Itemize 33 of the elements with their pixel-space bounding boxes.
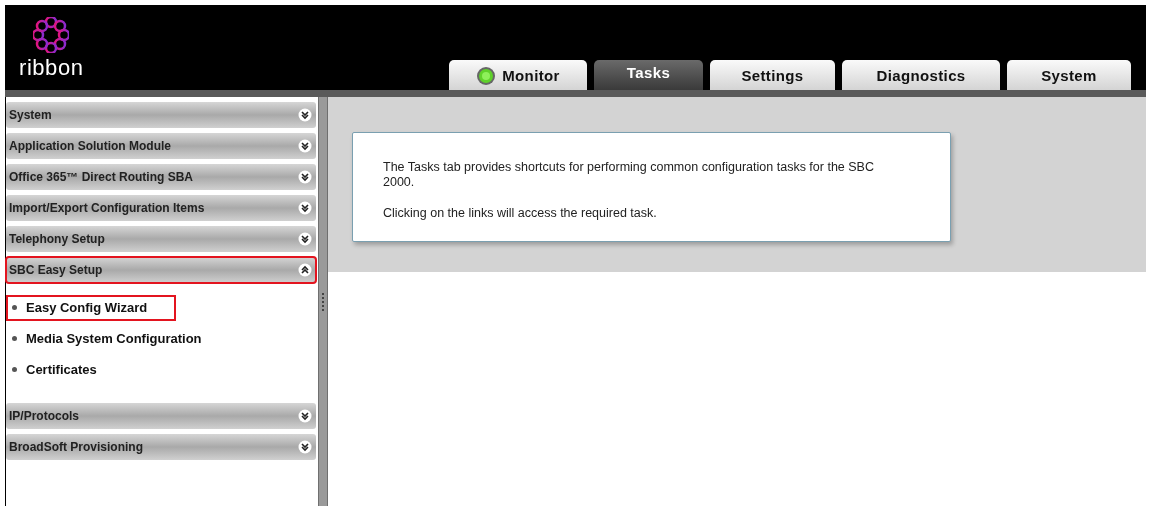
logo-text: ribbon: [19, 55, 84, 81]
bullet-icon: [12, 305, 17, 310]
info-text: The Tasks tab provides shortcuts for performing common configuration tasks for the SBC 2000.: [383, 160, 875, 190]
expand-icon[interactable]: [298, 170, 312, 184]
menu-link[interactable]: Certificates: [6, 356, 111, 383]
expand-icon[interactable]: [298, 201, 312, 215]
expand-icon[interactable]: [298, 409, 312, 423]
accordion-header[interactable]: System: [6, 102, 316, 128]
status-light-icon: [476, 66, 497, 86]
accordion-header[interactable]: SBC Easy Setup: [6, 257, 316, 283]
splitter-handle[interactable]: [318, 97, 328, 506]
tab[interactable]: System: [1007, 60, 1131, 90]
accordion-header[interactable]: BroadSoft Provisioning: [6, 434, 316, 460]
tab[interactable]: Settings: [710, 60, 835, 90]
menu-link[interactable]: Easy Config Wizard: [6, 294, 176, 321]
tab[interactable]: Monitor: [449, 60, 587, 90]
expand-icon[interactable]: [298, 108, 312, 122]
bullet-icon: [12, 336, 17, 341]
bullet-icon: [12, 367, 17, 372]
accordion-header[interactable]: Application Solution Module: [6, 133, 316, 159]
menu-link[interactable]: Media System Configuration: [6, 325, 216, 352]
expand-icon[interactable]: [298, 232, 312, 246]
accordion-header[interactable]: IP/Protocols: [6, 403, 316, 429]
expand-icon[interactable]: [298, 440, 312, 454]
accordion-header[interactable]: Office 365™ Direct Routing SBA: [6, 164, 316, 190]
tab[interactable]: Tasks: [594, 60, 703, 90]
collapse-icon[interactable]: [298, 263, 312, 277]
expand-icon[interactable]: [298, 139, 312, 153]
accordion-header[interactable]: Import/Export Configuration Items: [6, 195, 316, 221]
accordion-header[interactable]: Telephony Setup: [6, 226, 316, 252]
info-text: Clicking on the links will access the required task.: [383, 206, 658, 221]
tab[interactable]: Diagnostics: [842, 60, 1000, 90]
logo-icon: [33, 17, 70, 53]
